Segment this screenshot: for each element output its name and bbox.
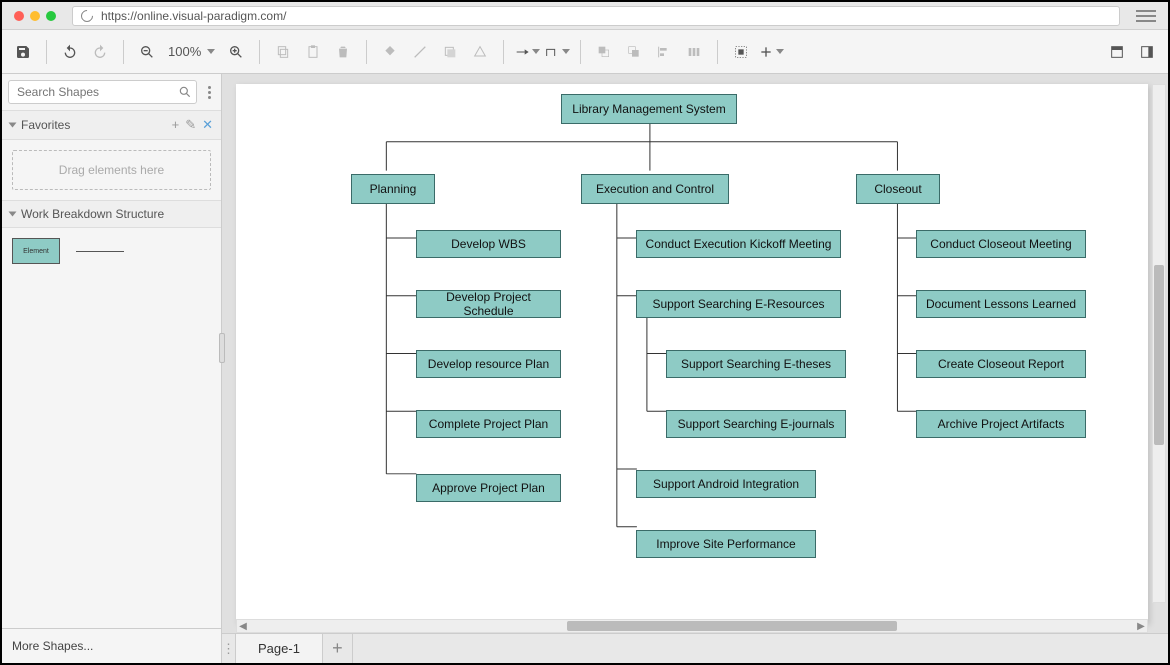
search-shapes-input[interactable]	[8, 80, 197, 104]
collapse-icon	[9, 123, 17, 128]
palette-connector-shape[interactable]	[76, 251, 124, 252]
node-planning[interactable]: Planning	[351, 174, 435, 204]
shape-palette: Element	[2, 228, 221, 274]
add-favorite-icon[interactable]: +	[172, 117, 180, 133]
page-tabs-bar: ⋮ Page-1 +	[222, 633, 1168, 663]
diagram-canvas[interactable]: Library Management System Planning Execu…	[236, 84, 1148, 623]
to-front-button[interactable]	[591, 39, 617, 65]
distribute-button[interactable]	[681, 39, 707, 65]
node-p4[interactable]: Complete Project Plan	[416, 410, 561, 438]
waypoint-style-button[interactable]	[544, 39, 570, 65]
reload-icon[interactable]	[79, 7, 96, 24]
line-color-button[interactable]	[407, 39, 433, 65]
page-tab-1[interactable]: Page-1	[236, 634, 323, 663]
align-button[interactable]	[651, 39, 677, 65]
zoom-out-button[interactable]	[134, 39, 160, 65]
node-p2[interactable]: Develop Project Schedule	[416, 290, 561, 318]
connector-style-button[interactable]	[514, 39, 540, 65]
fill-color-button[interactable]	[377, 39, 403, 65]
node-e1[interactable]: Conduct Execution Kickoff Meeting	[636, 230, 841, 258]
shape-style-button[interactable]	[467, 39, 493, 65]
scroll-left-icon[interactable]: ◀	[237, 621, 249, 631]
favorites-dropzone[interactable]: Drag elements here	[12, 150, 211, 190]
node-p3[interactable]: Develop resource Plan	[416, 350, 561, 378]
zoom-level-dropdown[interactable]: 100%	[164, 44, 219, 59]
outline-panel-button[interactable]	[1134, 39, 1160, 65]
node-e3[interactable]: Support Android Integration	[636, 470, 816, 498]
node-c4[interactable]: Archive Project Artifacts	[916, 410, 1086, 438]
collapse-icon	[9, 212, 17, 217]
caret-down-icon	[207, 49, 215, 54]
window-maximize-icon[interactable]	[46, 11, 56, 21]
horizontal-scrollbar[interactable]: ◀ ▶	[236, 619, 1148, 633]
close-favorite-icon[interactable]: ✕	[202, 117, 213, 133]
add-page-button[interactable]: +	[323, 634, 353, 663]
node-p5[interactable]: Approve Project Plan	[416, 474, 561, 502]
add-button[interactable]	[758, 39, 784, 65]
copy-button[interactable]	[270, 39, 296, 65]
shapes-sidebar: Favorites + ✎ ✕ Drag elements here Work …	[2, 74, 222, 663]
favorites-label: Favorites	[21, 118, 70, 132]
node-e2b[interactable]: Support Searching E-journals	[666, 410, 846, 438]
url-bar[interactable]: https://online.visual-paradigm.com/	[72, 6, 1120, 26]
node-closeout[interactable]: Closeout	[856, 174, 940, 204]
hamburger-menu-icon[interactable]	[1136, 6, 1156, 26]
select-tool-button[interactable]	[728, 39, 754, 65]
wbs-section-header[interactable]: Work Breakdown Structure	[2, 200, 221, 228]
main-toolbar: 100%	[2, 30, 1168, 74]
search-options-icon[interactable]	[204, 82, 215, 103]
more-shapes-button[interactable]: More Shapes...	[2, 628, 221, 663]
node-c3[interactable]: Create Closeout Report	[916, 350, 1086, 378]
wbs-section-label: Work Breakdown Structure	[21, 207, 164, 221]
node-c2[interactable]: Document Lessons Learned	[916, 290, 1086, 318]
save-button[interactable]	[10, 39, 36, 65]
redo-button[interactable]	[87, 39, 113, 65]
shadow-button[interactable]	[437, 39, 463, 65]
vertical-scroll-thumb[interactable]	[1154, 265, 1164, 445]
node-p1[interactable]: Develop WBS	[416, 230, 561, 258]
window-minimize-icon[interactable]	[30, 11, 40, 21]
canvas-area: Library Management System Planning Execu…	[222, 74, 1168, 663]
paste-button[interactable]	[300, 39, 326, 65]
node-e4[interactable]: Improve Site Performance	[636, 530, 816, 558]
url-text: https://online.visual-paradigm.com/	[101, 9, 286, 23]
node-root[interactable]: Library Management System	[561, 94, 737, 124]
edit-favorite-icon[interactable]: ✎	[185, 117, 196, 133]
window-close-icon[interactable]	[14, 11, 24, 21]
format-panel-button[interactable]	[1104, 39, 1130, 65]
browser-chrome: https://online.visual-paradigm.com/	[2, 2, 1168, 30]
undo-button[interactable]	[57, 39, 83, 65]
favorites-section-header[interactable]: Favorites + ✎ ✕	[2, 110, 221, 140]
tabs-grip-icon[interactable]: ⋮	[222, 634, 236, 663]
delete-button[interactable]	[330, 39, 356, 65]
node-execution[interactable]: Execution and Control	[581, 174, 729, 204]
horizontal-scroll-thumb[interactable]	[567, 621, 897, 631]
vertical-scrollbar[interactable]	[1152, 84, 1166, 603]
scroll-right-icon[interactable]: ▶	[1135, 621, 1147, 631]
node-e2[interactable]: Support Searching E-Resources	[636, 290, 841, 318]
zoom-in-button[interactable]	[223, 39, 249, 65]
sidebar-resize-handle[interactable]	[219, 333, 225, 363]
to-back-button[interactable]	[621, 39, 647, 65]
palette-element-shape[interactable]: Element	[12, 238, 60, 264]
node-e2a[interactable]: Support Searching E-theses	[666, 350, 846, 378]
node-c1[interactable]: Conduct Closeout Meeting	[916, 230, 1086, 258]
